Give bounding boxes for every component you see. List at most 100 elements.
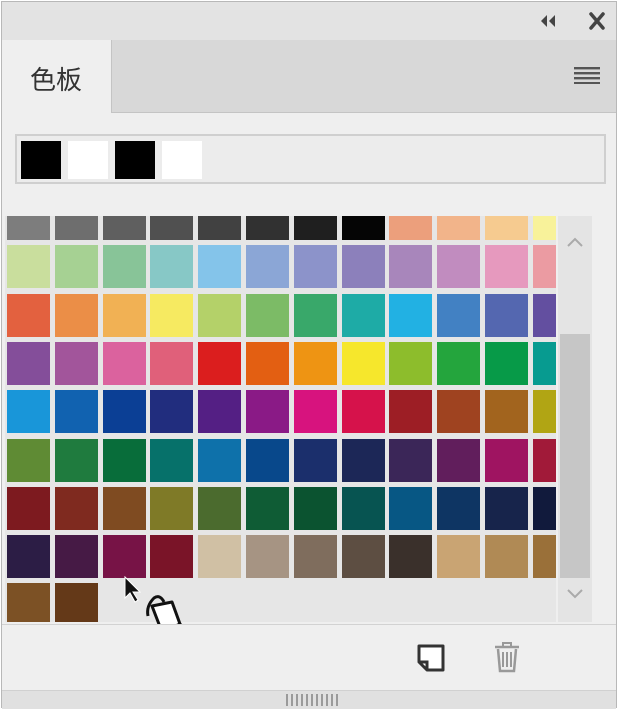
- recent-color-swatch[interactable]: [115, 141, 155, 179]
- new-swatch-icon[interactable]: [416, 643, 446, 673]
- color-swatch[interactable]: [198, 439, 241, 482]
- color-swatch[interactable]: [7, 216, 50, 240]
- color-swatch[interactable]: [294, 390, 337, 433]
- color-swatch[interactable]: [389, 487, 432, 530]
- color-swatch[interactable]: [55, 294, 98, 337]
- color-swatch[interactable]: [437, 390, 480, 433]
- color-swatch[interactable]: [437, 535, 480, 578]
- color-swatch[interactable]: [533, 535, 556, 578]
- color-swatch[interactable]: [342, 245, 385, 288]
- hamburger-menu-icon[interactable]: [574, 66, 600, 84]
- color-swatch[interactable]: [103, 216, 146, 240]
- chevron-down-icon[interactable]: [566, 588, 584, 600]
- color-swatch[interactable]: [533, 390, 556, 433]
- color-swatch[interactable]: [150, 535, 193, 578]
- color-swatch[interactable]: [7, 439, 50, 482]
- color-swatch[interactable]: [55, 487, 98, 530]
- color-swatch[interactable]: [103, 294, 146, 337]
- color-swatch[interactable]: [150, 294, 193, 337]
- color-swatch[interactable]: [55, 216, 98, 240]
- color-swatch[interactable]: [7, 342, 50, 385]
- color-swatch[interactable]: [294, 294, 337, 337]
- color-swatch[interactable]: [55, 535, 98, 578]
- color-swatch[interactable]: [485, 245, 528, 288]
- color-swatch[interactable]: [533, 245, 556, 288]
- color-swatch[interactable]: [7, 535, 50, 578]
- color-swatch[interactable]: [294, 245, 337, 288]
- color-swatch[interactable]: [246, 294, 289, 337]
- color-swatch[interactable]: [389, 439, 432, 482]
- color-swatch[interactable]: [485, 439, 528, 482]
- resize-grip-icon[interactable]: [286, 694, 338, 706]
- color-swatch[interactable]: [246, 439, 289, 482]
- color-swatch[interactable]: [198, 216, 241, 240]
- color-swatch[interactable]: [485, 487, 528, 530]
- color-swatch[interactable]: [533, 342, 556, 385]
- color-swatch[interactable]: [533, 439, 556, 482]
- color-swatch[interactable]: [150, 390, 193, 433]
- color-swatch[interactable]: [533, 294, 556, 337]
- color-swatch[interactable]: [198, 487, 241, 530]
- color-swatch[interactable]: [103, 535, 146, 578]
- panel-titlebar[interactable]: [2, 2, 616, 40]
- color-swatch[interactable]: [485, 342, 528, 385]
- color-swatch[interactable]: [55, 342, 98, 385]
- color-swatch[interactable]: [342, 439, 385, 482]
- color-swatch[interactable]: [246, 390, 289, 433]
- color-swatch[interactable]: [246, 216, 289, 240]
- color-swatch[interactable]: [103, 487, 146, 530]
- color-swatch[interactable]: [198, 245, 241, 288]
- color-swatch[interactable]: [437, 245, 480, 288]
- tab-swatches[interactable]: 色板: [2, 40, 112, 113]
- color-swatch[interactable]: [533, 487, 556, 530]
- color-swatch[interactable]: [246, 487, 289, 530]
- color-swatch[interactable]: [55, 439, 98, 482]
- color-swatch[interactable]: [437, 487, 480, 530]
- color-swatch[interactable]: [533, 216, 556, 240]
- color-swatch[interactable]: [55, 583, 98, 622]
- color-swatch[interactable]: [485, 216, 528, 240]
- color-swatch[interactable]: [7, 390, 50, 433]
- color-swatch[interactable]: [342, 342, 385, 385]
- color-swatch[interactable]: [389, 245, 432, 288]
- color-swatch[interactable]: [7, 487, 50, 530]
- color-swatch[interactable]: [246, 245, 289, 288]
- recent-color-swatch[interactable]: [21, 141, 61, 179]
- color-swatch[interactable]: [198, 294, 241, 337]
- scrollbar[interactable]: [558, 216, 592, 622]
- color-swatch[interactable]: [485, 535, 528, 578]
- color-swatch[interactable]: [150, 216, 193, 240]
- color-swatch[interactable]: [389, 216, 432, 240]
- color-swatch[interactable]: [485, 390, 528, 433]
- color-swatch[interactable]: [342, 294, 385, 337]
- color-swatch[interactable]: [7, 294, 50, 337]
- color-swatch[interactable]: [55, 390, 98, 433]
- color-swatch[interactable]: [342, 487, 385, 530]
- recent-color-swatch[interactable]: [68, 141, 108, 179]
- color-swatch[interactable]: [103, 342, 146, 385]
- scrollbar-thumb[interactable]: [560, 334, 590, 578]
- color-swatch[interactable]: [294, 342, 337, 385]
- color-swatch[interactable]: [150, 245, 193, 288]
- color-swatch[interactable]: [342, 535, 385, 578]
- double-chevron-left-icon[interactable]: [537, 12, 559, 30]
- color-swatch[interactable]: [437, 216, 480, 240]
- color-swatch[interactable]: [389, 535, 432, 578]
- color-swatch[interactable]: [294, 535, 337, 578]
- color-swatch[interactable]: [437, 294, 480, 337]
- color-swatch[interactable]: [294, 439, 337, 482]
- color-swatch[interactable]: [150, 487, 193, 530]
- color-swatch[interactable]: [342, 216, 385, 240]
- color-swatch[interactable]: [437, 439, 480, 482]
- color-swatch[interactable]: [7, 245, 50, 288]
- color-swatch[interactable]: [103, 390, 146, 433]
- color-swatch[interactable]: [7, 583, 50, 622]
- color-swatch[interactable]: [389, 294, 432, 337]
- color-swatch[interactable]: [198, 342, 241, 385]
- close-icon[interactable]: [587, 12, 607, 30]
- color-swatch[interactable]: [389, 390, 432, 433]
- color-swatch[interactable]: [342, 390, 385, 433]
- color-swatch[interactable]: [389, 342, 432, 385]
- color-swatch[interactable]: [246, 342, 289, 385]
- color-swatch[interactable]: [485, 294, 528, 337]
